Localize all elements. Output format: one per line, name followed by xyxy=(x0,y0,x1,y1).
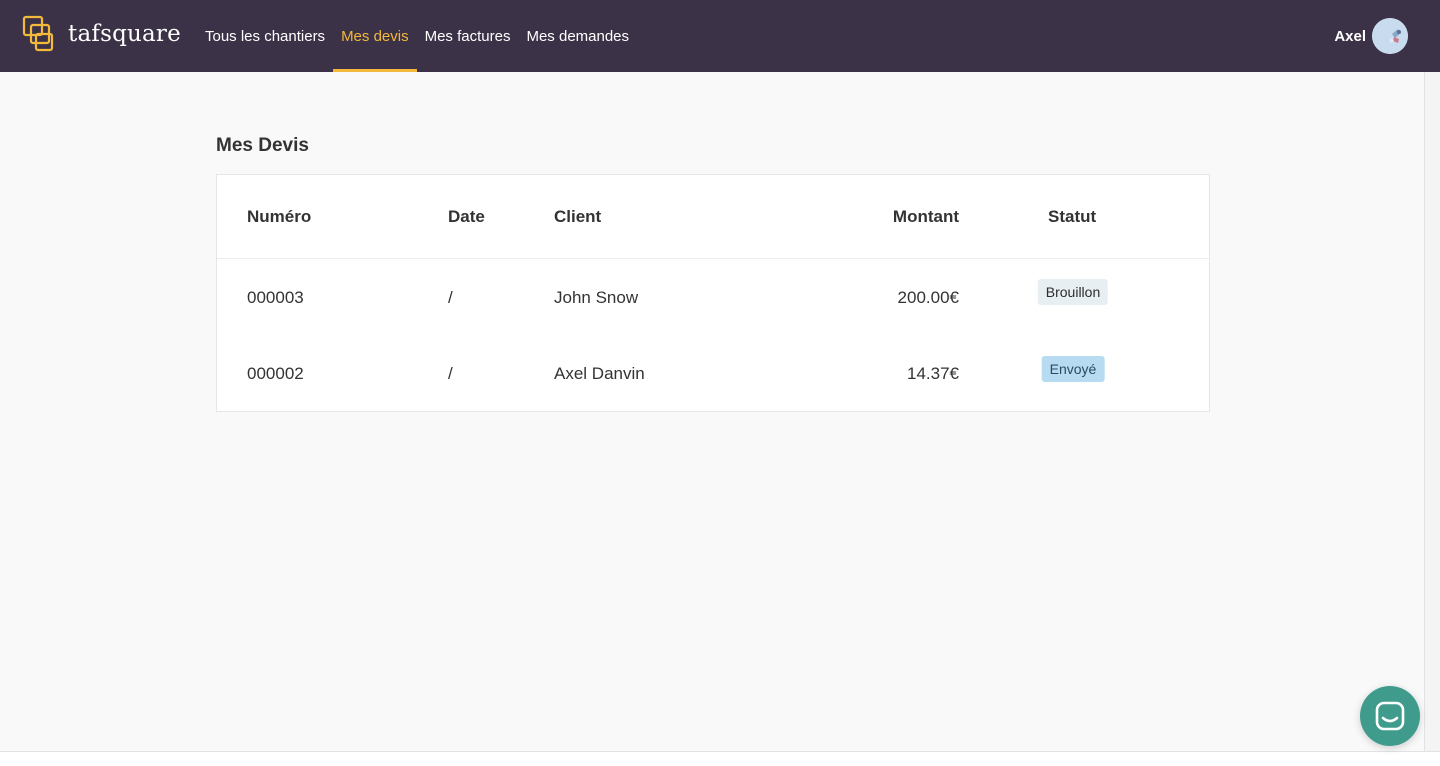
header-client[interactable]: Client xyxy=(554,207,601,227)
main-nav: Tous les chantiers Mes devis Mes facture… xyxy=(197,0,637,72)
user-menu[interactable]: Axel xyxy=(1334,18,1408,54)
horizontal-scrollbar[interactable] xyxy=(0,751,1440,766)
user-name: Axel xyxy=(1334,27,1366,45)
quote-amount: 14.37€ xyxy=(907,364,959,383)
header-date[interactable]: Date xyxy=(448,207,485,227)
quote-client: John Snow xyxy=(554,288,639,307)
header-status[interactable]: Statut xyxy=(1048,207,1096,227)
quote-amount: 200.00€ xyxy=(897,288,959,307)
quotes-table: Numéro Date Client Montant Statut 000003… xyxy=(216,174,1210,412)
logo-icon xyxy=(22,15,54,52)
nav-item-mes-demandes[interactable]: Mes demandes xyxy=(518,0,637,72)
chat-launcher-button[interactable] xyxy=(1360,686,1420,746)
page-scrollbar[interactable] xyxy=(1424,72,1440,752)
quote-number: 000003 xyxy=(247,288,304,307)
table-header: Numéro Date Client Montant Statut xyxy=(217,175,1209,259)
brand-home-link[interactable]: tafsquare xyxy=(22,14,181,54)
nav-item-tous-les-chantiers[interactable]: Tous les chantiers xyxy=(197,0,333,72)
top-navbar: tafsquare Tous les chantiers Mes devis M… xyxy=(0,0,1440,72)
status-badge: Envoyé xyxy=(1041,356,1105,382)
brand-name: tafsquare xyxy=(68,21,181,47)
status-badge: Brouillon xyxy=(1037,279,1109,305)
quote-client: Axel Danvin xyxy=(554,364,645,383)
quote-date: / xyxy=(448,288,453,307)
quote-date: / xyxy=(448,364,453,383)
user-avatar-icon xyxy=(1372,18,1408,54)
table-row[interactable]: 000003 / John Snow 200.00€ Brouillon xyxy=(217,259,1209,335)
table-row[interactable]: 000002 / Axel Danvin 14.37€ Envoyé xyxy=(217,335,1209,411)
quote-number: 000002 xyxy=(247,364,304,383)
avatar[interactable] xyxy=(1372,18,1408,54)
header-number[interactable]: Numéro xyxy=(247,207,311,227)
header-amount[interactable]: Montant xyxy=(893,207,959,227)
nav-item-mes-devis[interactable]: Mes devis xyxy=(333,0,417,72)
page-title: Mes Devis xyxy=(216,135,309,156)
nav-item-mes-factures[interactable]: Mes factures xyxy=(417,0,519,72)
chat-bubble-icon xyxy=(1375,701,1405,731)
